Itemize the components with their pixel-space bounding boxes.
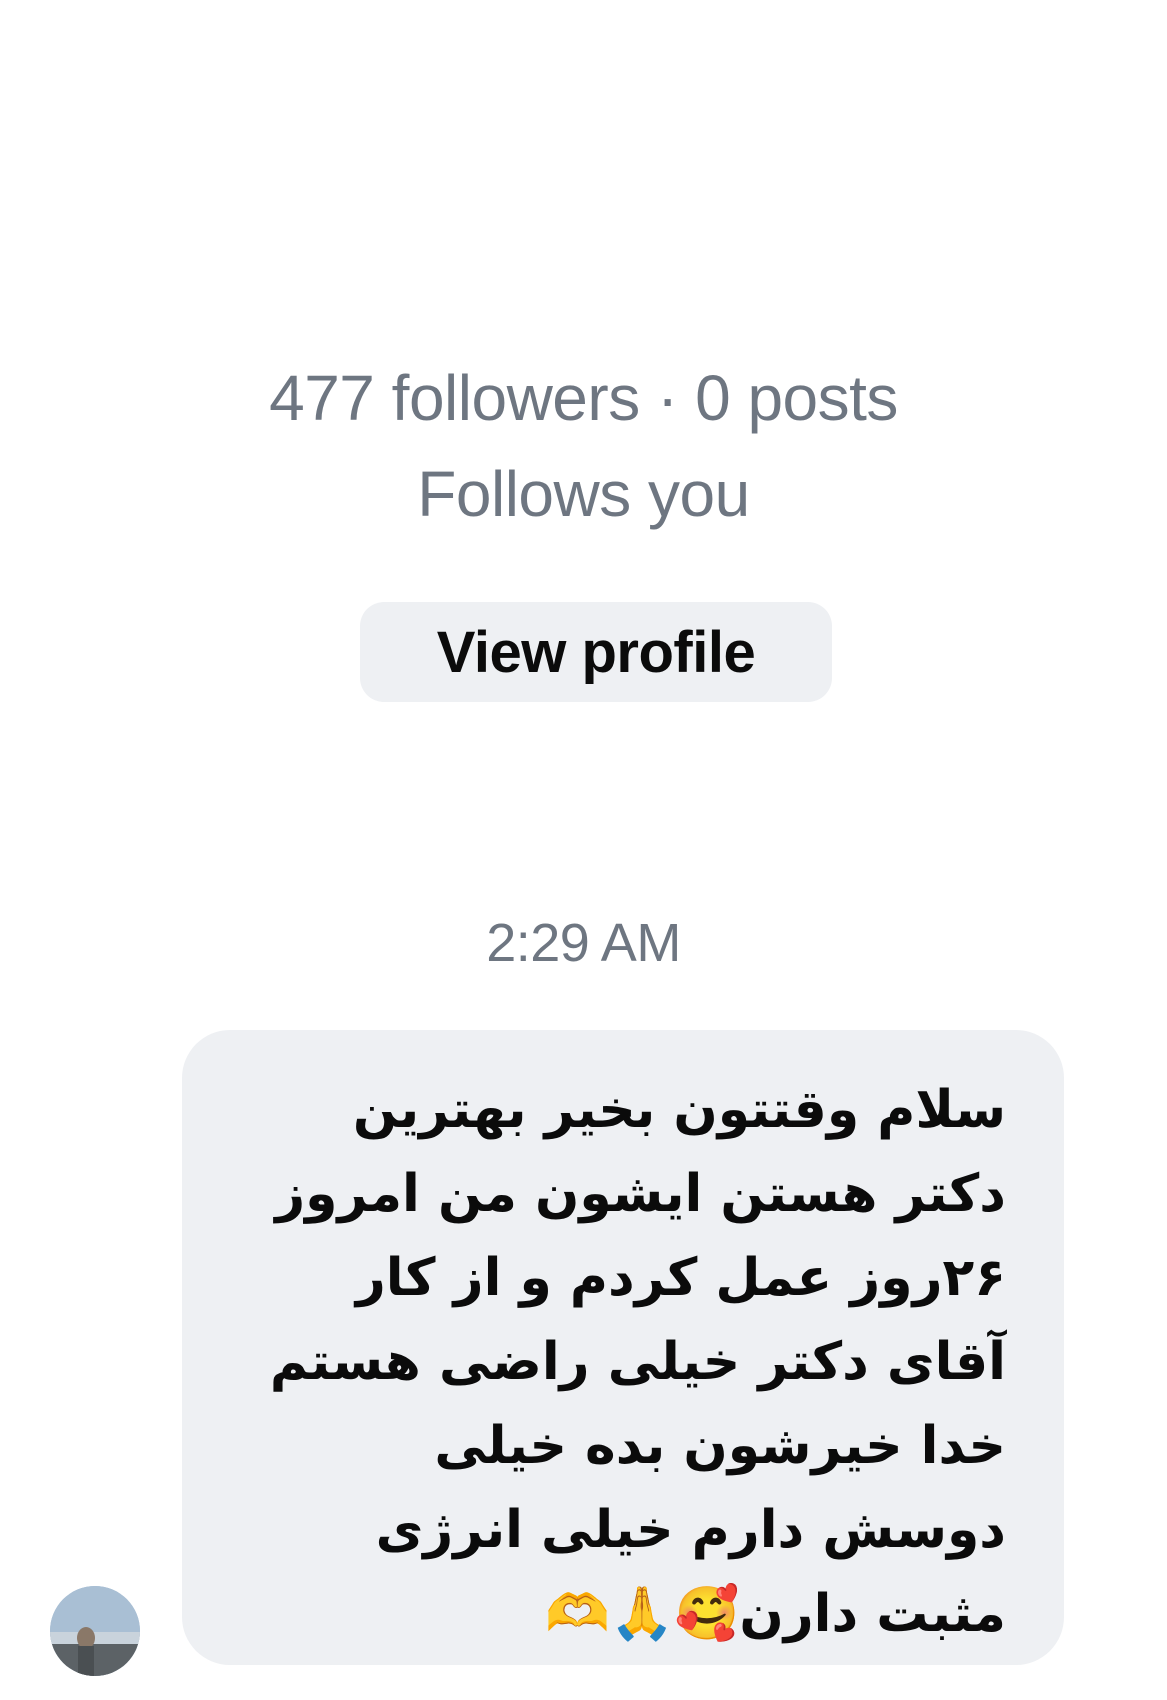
message-line: مثبت دارن🥰🙏🫶 bbox=[545, 1584, 1006, 1644]
message-bubble[interactable]: سلام وقتتون بخیر بهترین دکتر هستن ایشون … bbox=[182, 1030, 1064, 1665]
message-line: آقای دکتر خیلی راضی هستم bbox=[269, 1332, 1006, 1392]
message-line: دوسش دارم خیلی انرژی bbox=[375, 1500, 1006, 1560]
follows-you-text: Follows you bbox=[417, 458, 750, 530]
message-timestamp: 2:29 AM bbox=[486, 913, 681, 973]
avatar-image-icon bbox=[50, 1586, 140, 1676]
profile-stats-text: 477 followers · 0 posts bbox=[269, 362, 898, 434]
profile-summary: 477 followers · 0 posts Follows you bbox=[0, 350, 1167, 542]
message-row: سلام وقتتون بخیر بهترین دکتر هستن ایشون … bbox=[0, 1030, 1167, 1676]
message-line: خدا خیرشون بده خیلی bbox=[434, 1416, 1006, 1476]
view-profile-button[interactable]: View profile bbox=[360, 602, 832, 702]
message-line: ۲۶روز عمل کردم و از کار bbox=[355, 1248, 1006, 1308]
avatar[interactable] bbox=[50, 1586, 140, 1676]
message-line: سلام وقتتون بخیر بهترین bbox=[352, 1080, 1006, 1140]
message-line: دکتر هستن ایشون من امروز bbox=[275, 1164, 1006, 1224]
